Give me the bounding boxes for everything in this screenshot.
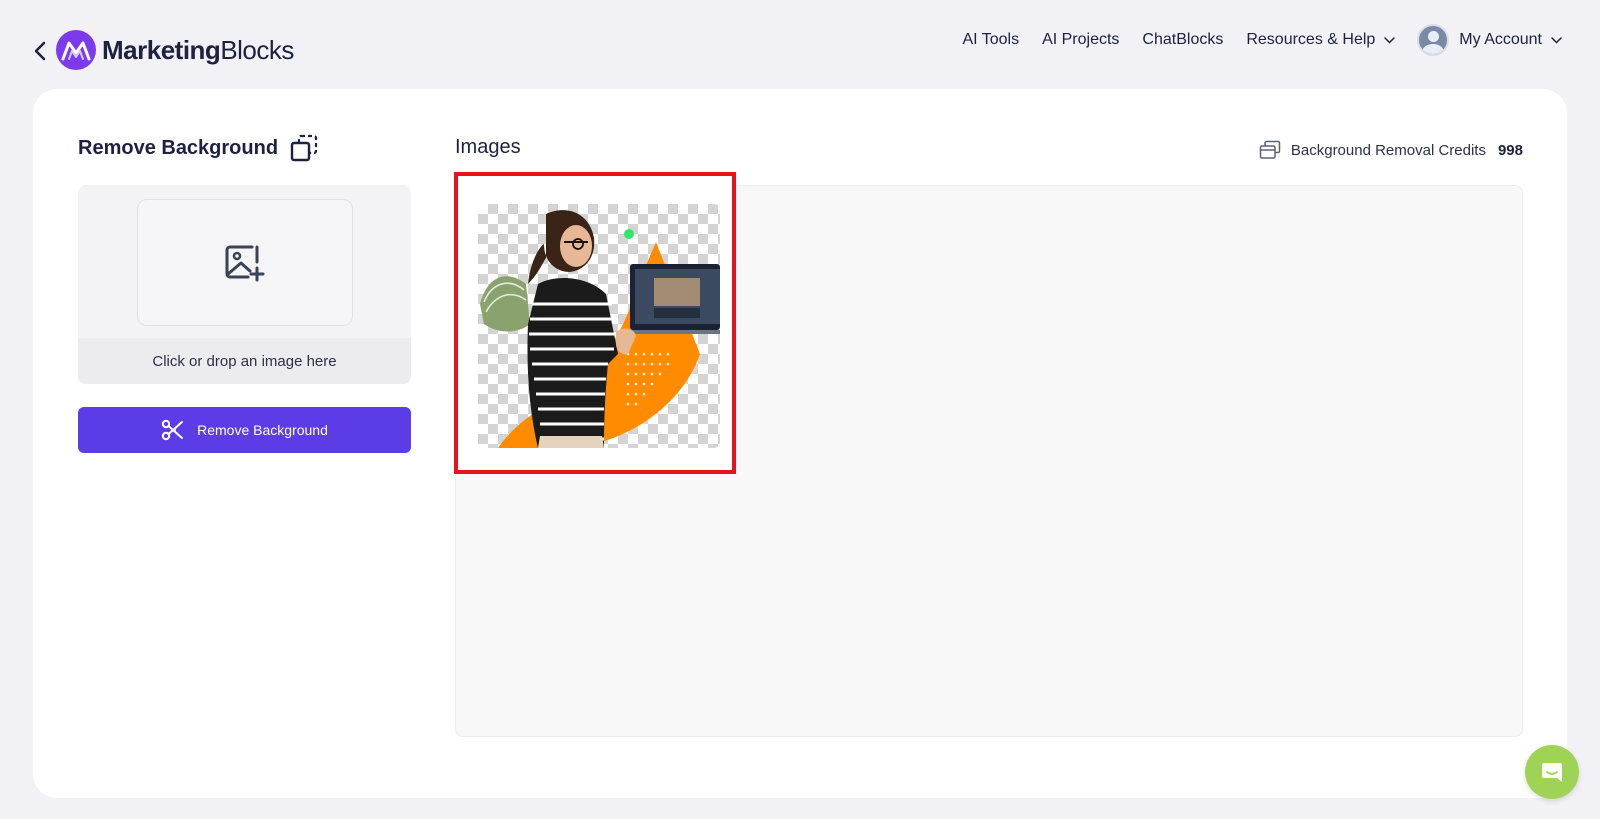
nav-ai-projects-label: AI Projects <box>1042 31 1120 48</box>
my-account-label: My Account <box>1459 31 1542 48</box>
brand-logo[interactable]: MarketingBlocks <box>56 30 294 70</box>
nav-resources-help[interactable]: Resources & Help <box>1246 31 1396 49</box>
my-account-menu[interactable]: My Account <box>1417 24 1562 56</box>
top-header: MarketingBlocks AI Tools AI Projects Cha… <box>0 0 1600 88</box>
credits-info: Background Removal Credits 998 <box>1259 137 1523 163</box>
upload-area[interactable]: Click or drop an image here <box>78 185 411 384</box>
credits-label: Background Removal Credits <box>1290 141 1486 159</box>
nav-ai-projects[interactable]: AI Projects <box>1042 31 1119 49</box>
image-add-icon <box>225 245 265 281</box>
brand-name: MarketingBlocks <box>102 35 294 66</box>
chevron-left-icon <box>34 41 46 61</box>
brand-name-bold: Marketing <box>102 34 221 65</box>
brand-name-light: Blocks <box>220 34 294 65</box>
remove-background-button[interactable]: Remove Background <box>78 407 411 453</box>
nav-ai-tools[interactable]: AI Tools <box>962 31 1019 49</box>
dashed-square-icon <box>290 134 318 162</box>
chat-icon <box>1542 763 1562 782</box>
scissors-icon <box>161 419 184 441</box>
remove-background-button-label: Remove Background <box>197 422 328 438</box>
chevron-down-icon <box>1384 36 1396 44</box>
image-thumbnail-selected[interactable] <box>454 172 736 474</box>
nav-ai-tools-label: AI Tools <box>962 31 1020 48</box>
chat-widget-button[interactable] <box>1525 745 1579 799</box>
images-title: Images <box>455 136 521 158</box>
nav-chatblocks[interactable]: ChatBlocks <box>1142 31 1223 49</box>
dropzone-hint: Click or drop an image here <box>78 338 411 384</box>
credits-count: 998 <box>1497 141 1523 159</box>
image-thumbnail[interactable] <box>478 204 720 448</box>
tool-title-text: Remove Background <box>78 136 279 159</box>
logo-mark-icon <box>56 30 96 70</box>
chevron-down-icon <box>1551 36 1562 44</box>
avatar-icon <box>1417 24 1450 56</box>
back-button[interactable] <box>32 38 48 64</box>
transparent-background-thumbnail <box>480 210 720 448</box>
stacked-cards-icon <box>1259 140 1281 159</box>
tool-title: Remove Background <box>78 132 318 164</box>
nav-resources-help-label: Resources & Help <box>1246 31 1376 48</box>
nav-chatblocks-label: ChatBlocks <box>1142 31 1224 48</box>
main-nav: AI Tools AI Projects ChatBlocks Resource… <box>939 24 1562 56</box>
image-dropzone[interactable] <box>137 199 353 326</box>
